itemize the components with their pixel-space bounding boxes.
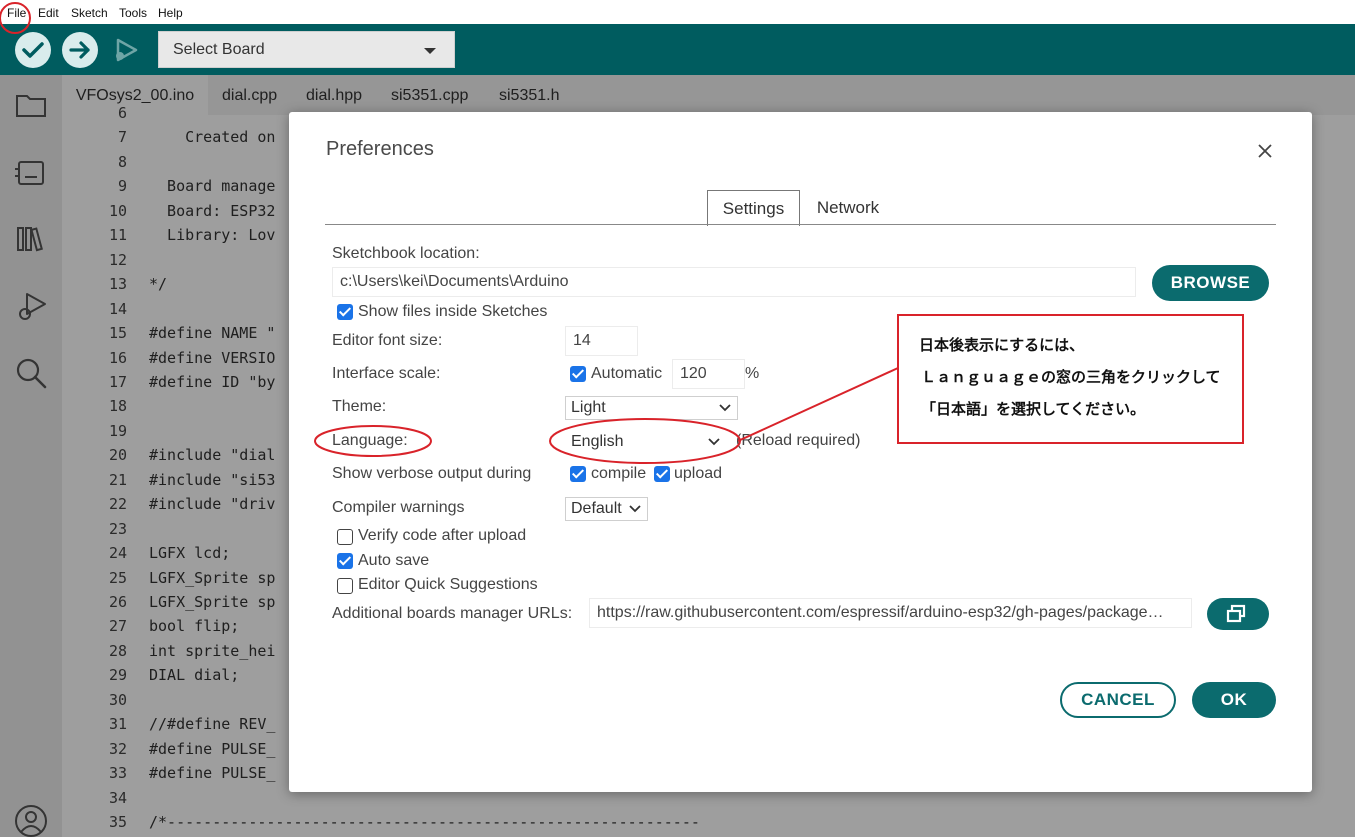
menu-bar: File Edit Sketch Tools Help	[0, 0, 1355, 24]
preferences-dialog: Preferences Settings Network Sketchbook …	[289, 112, 1312, 792]
percent-label: %	[745, 365, 760, 382]
close-icon[interactable]	[1255, 141, 1275, 161]
board-select[interactable]: Select Board	[158, 31, 455, 68]
warnings-label: Compiler warnings	[332, 499, 465, 516]
compile-checkbox[interactable]	[570, 466, 586, 482]
language-value: English	[571, 433, 624, 450]
automatic-label: Automatic	[591, 365, 663, 382]
tab-settings[interactable]: Settings	[707, 190, 800, 226]
verbose-label: Show verbose output during	[332, 465, 532, 482]
upload-button[interactable]	[62, 32, 98, 68]
theme-label: Theme:	[332, 398, 387, 415]
verify-after-checkbox[interactable]	[337, 529, 353, 545]
quick-suggestions-label: Editor Quick Suggestions	[358, 576, 538, 593]
sketchbook-path-input[interactable]: c:\Users\kei\Documents\Arduino	[332, 267, 1136, 297]
arrow-right-icon	[69, 41, 90, 59]
menu-sketch[interactable]: Sketch	[71, 6, 108, 20]
tab-network[interactable]: Network	[808, 190, 888, 226]
quick-suggestions-checkbox[interactable]	[337, 578, 353, 594]
automatic-checkbox[interactable]	[570, 366, 586, 382]
ok-button[interactable]: OK	[1192, 682, 1276, 718]
annotation-box: 日本後表示にするには、 Ｌａｎｇｕａｇｅの窓の三角をクリックして 「日本語」を選…	[897, 314, 1244, 444]
interface-scale-label: Interface scale:	[332, 365, 441, 382]
upload-label: upload	[674, 465, 723, 482]
auto-save-checkbox[interactable]	[337, 553, 353, 569]
scale-input[interactable]: 120	[672, 359, 745, 389]
show-files-checkbox[interactable]	[337, 304, 353, 320]
theme-value: Light	[571, 399, 606, 416]
boards-url-input[interactable]: https://raw.githubusercontent.com/espres…	[589, 598, 1192, 628]
theme-select[interactable]: Light	[565, 396, 738, 420]
chevron-down-icon	[708, 438, 720, 446]
sketchbook-label: Sketchbook location:	[332, 245, 480, 262]
check-icon	[22, 42, 44, 58]
reload-note: (Reload required)	[736, 432, 861, 449]
verify-button[interactable]	[15, 32, 51, 68]
chevron-down-icon	[424, 48, 436, 54]
chevron-down-icon	[629, 505, 641, 513]
menu-help[interactable]: Help	[158, 6, 183, 20]
menu-tools[interactable]: Tools	[119, 6, 147, 20]
show-files-label: Show files inside Sketches	[358, 303, 548, 320]
cancel-button[interactable]: CANCEL	[1060, 682, 1176, 718]
toolbar: Select Board	[0, 24, 1355, 75]
auto-save-label: Auto save	[358, 552, 430, 569]
debug-button[interactable]	[108, 32, 144, 68]
font-size-label: Editor font size:	[332, 332, 443, 349]
boards-url-label: Additional boards manager URLs:	[332, 605, 573, 622]
annotation-line-1: 日本後表示にするには、	[919, 337, 1085, 354]
warnings-select[interactable]: Default	[565, 497, 648, 521]
debug-icon	[116, 38, 138, 62]
dialog-title: Preferences	[326, 138, 434, 160]
menu-file[interactable]: File	[7, 6, 26, 20]
language-select[interactable]: English	[565, 430, 727, 454]
browse-button[interactable]: BROWSE	[1152, 265, 1269, 301]
language-label: Language:	[332, 432, 408, 449]
edit-urls-button[interactable]	[1207, 598, 1269, 630]
upload-checkbox[interactable]	[654, 466, 670, 482]
verify-after-label: Verify code after upload	[358, 527, 527, 544]
board-select-label: Select Board	[173, 41, 265, 58]
annotation-line-3: 「日本語」を選択してください。	[921, 401, 1146, 418]
chevron-down-icon	[719, 404, 731, 412]
warnings-value: Default	[571, 500, 622, 517]
compile-label: compile	[591, 465, 647, 482]
tab-divider	[325, 224, 1276, 225]
font-size-input[interactable]: 14	[565, 326, 638, 356]
open-window-icon	[1226, 604, 1246, 623]
menu-edit[interactable]: Edit	[38, 6, 59, 20]
annotation-line-2: Ｌａｎｇｕａｇｅの窓の三角をクリックして	[921, 369, 1221, 386]
